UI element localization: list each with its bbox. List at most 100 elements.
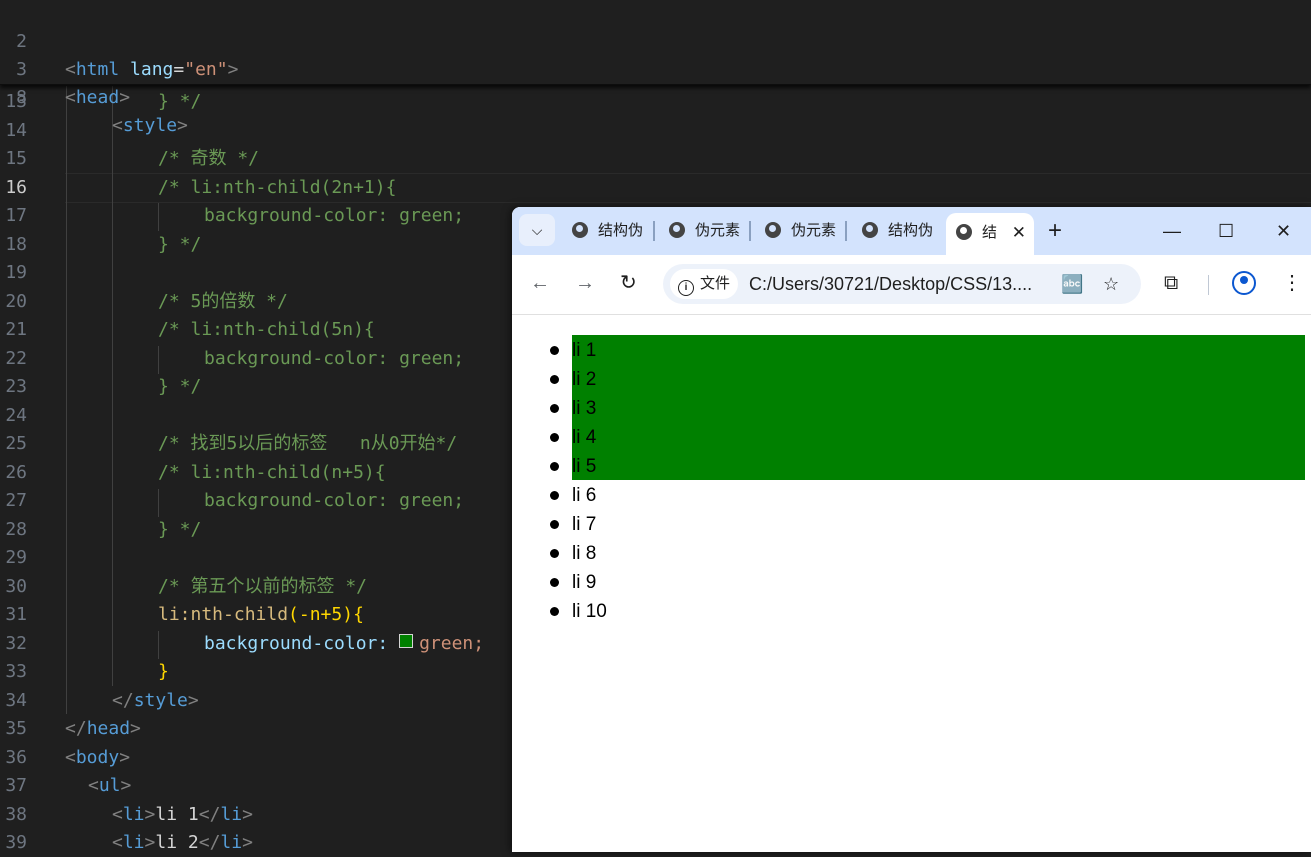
line-number: 25 — [5, 433, 27, 454]
html-tag: body — [75, 747, 120, 768]
line-number: 22 — [5, 348, 27, 369]
list-item-label: li 2 — [572, 369, 597, 390]
list-item-label: li 5 — [572, 456, 597, 477]
list-item-highlight — [572, 422, 1305, 451]
back-arrow-icon[interactable]: ← — [530, 269, 550, 297]
address-bar[interactable]: i 文件 C:/Users/30721/Desktop/CSS/13.... 🔤 … — [663, 264, 1141, 304]
code-text: li 2 — [155, 832, 199, 853]
line-number: 35 — [5, 718, 27, 739]
list-item: li 2 — [512, 364, 1311, 393]
maximize-icon[interactable]: ☐ — [1218, 217, 1234, 245]
list-item-label: li 9 — [572, 572, 597, 593]
site-info-label: 文件 — [700, 275, 731, 292]
line-number: 23 — [5, 376, 27, 397]
profile-icon[interactable] — [1232, 271, 1256, 295]
close-window-icon[interactable]: ✕ — [1276, 217, 1291, 245]
html-tag: style — [133, 690, 188, 711]
minimize-icon[interactable]: — — [1163, 217, 1181, 245]
new-tab-button[interactable]: + — [1048, 217, 1062, 245]
line-number: 37 — [5, 775, 27, 796]
html-tag: head — [86, 718, 131, 739]
list-item-highlight — [572, 451, 1305, 480]
line-number: 38 — [5, 804, 27, 825]
line-number: 32 — [5, 633, 27, 654]
list-item: li 4 — [512, 422, 1311, 451]
tab-separator — [653, 221, 655, 241]
globe-icon — [669, 222, 685, 238]
code-text: } */ — [158, 234, 202, 255]
close-tab-icon[interactable]: ✕ — [1012, 213, 1026, 253]
line-number: 28 — [5, 519, 27, 540]
line-number: 26 — [5, 462, 27, 483]
line-number: 16 — [5, 177, 27, 198]
rendered-list: li 1 li 2 li 3 li 4 li 5 li 6 li 7 li 8 li 9 li 1… — [512, 335, 1311, 625]
code-line[interactable]: 14 — [0, 117, 1311, 145]
bullet-icon — [550, 491, 559, 500]
page-viewport[interactable]: li 1 li 2 li 3 li 4 li 5 li 6 li 7 li 8 li 9 li 1… — [512, 315, 1311, 852]
line-number: 29 — [5, 547, 27, 568]
css-value: green; — [419, 633, 485, 654]
reload-icon[interactable]: ↻ — [620, 269, 637, 297]
css-selector-args: (-n+5) — [288, 604, 354, 625]
line-number: 19 — [5, 262, 27, 283]
list-item: li 9 — [512, 567, 1311, 596]
line-number: 34 — [5, 690, 27, 711]
code-line[interactable]: 8 <style> — [0, 56, 1311, 136]
browser-window[interactable]: ⌵ 结构伪 伪元素 伪元素 结构伪 结 ✕ + — ☐ ✕ ← → ↻ i 文件 — [512, 207, 1311, 852]
list-item: li 6 — [512, 480, 1311, 509]
extensions-icon[interactable]: ⧉ — [1164, 269, 1178, 297]
tab-separator — [845, 221, 847, 241]
browser-tab-active[interactable]: 结 ✕ — [946, 213, 1034, 255]
list-item-highlight — [572, 364, 1305, 393]
css-property: background-color: — [204, 633, 389, 654]
line-number: 24 — [5, 405, 27, 426]
list-item-highlight — [572, 393, 1305, 422]
translate-icon[interactable]: 🔤 — [1061, 272, 1083, 296]
menu-dots-icon[interactable]: ⋮ — [1282, 269, 1302, 297]
code-text: /* 第五个以前的标签 */ — [158, 576, 368, 597]
code-line[interactable]: 15/* 奇数 */ — [0, 145, 1311, 173]
forward-arrow-icon[interactable]: → — [575, 269, 595, 297]
site-info-chip[interactable]: i 文件 — [670, 269, 738, 299]
code-text: /* 找到5以后的标签 n从0开始*/ — [158, 433, 458, 454]
code-line[interactable]: 13} */ — [0, 88, 1311, 116]
info-icon: i — [678, 280, 694, 296]
browser-tab[interactable]: 伪元素 — [765, 217, 837, 245]
url-text[interactable]: C:/Users/30721/Desktop/CSS/13.... — [749, 264, 1032, 304]
line-number: 33 — [5, 661, 27, 682]
tab-title: 结构伪 — [888, 222, 934, 239]
browser-tab[interactable]: 结构伪 — [572, 217, 644, 245]
line-number: 27 — [5, 490, 27, 511]
line-number: 18 — [5, 234, 27, 255]
globe-icon — [765, 222, 781, 238]
tab-title: 结构伪 — [598, 222, 644, 239]
globe-icon — [572, 222, 588, 238]
code-text: li 1 — [155, 804, 199, 825]
bookmark-star-icon[interactable]: ☆ — [1103, 272, 1119, 296]
list-item: li 8 — [512, 538, 1311, 567]
code-text: background-color: green; — [204, 205, 465, 226]
list-item-label: li 6 — [572, 485, 597, 506]
browser-tab[interactable]: 结构伪 — [862, 217, 934, 245]
globe-icon — [956, 224, 972, 240]
tab-title: 结 — [982, 224, 998, 241]
code-line[interactable]: 2 <html lang="en"> — [0, 0, 1311, 80]
code-text: background-color: green; — [204, 490, 465, 511]
sticky-scroll-header: 2 <html lang="en"> 3 <head> 8 <style> — [0, 0, 1311, 136]
bullet-icon — [550, 404, 559, 413]
list-item-label: li 8 — [572, 543, 597, 564]
list-item-label: li 7 — [572, 514, 597, 535]
bullet-icon — [550, 578, 559, 587]
chevron-down-icon[interactable]: ⌵ — [519, 214, 555, 246]
color-swatch-icon[interactable] — [399, 634, 414, 648]
browser-tab[interactable]: 伪元素 — [669, 217, 741, 245]
list-item: li 10 — [512, 596, 1311, 625]
bullet-icon — [550, 346, 559, 355]
code-text: /* 5的倍数 */ — [158, 291, 288, 312]
code-text: } — [158, 661, 169, 682]
code-line-active[interactable]: 16 /* li:nth-child(2n+1){ — [0, 174, 1311, 202]
bullet-icon — [550, 520, 559, 529]
code-text: } */ — [158, 376, 202, 397]
code-text: background-color: green; — [204, 348, 465, 369]
code-line[interactable]: 3 <head> — [0, 28, 1311, 108]
